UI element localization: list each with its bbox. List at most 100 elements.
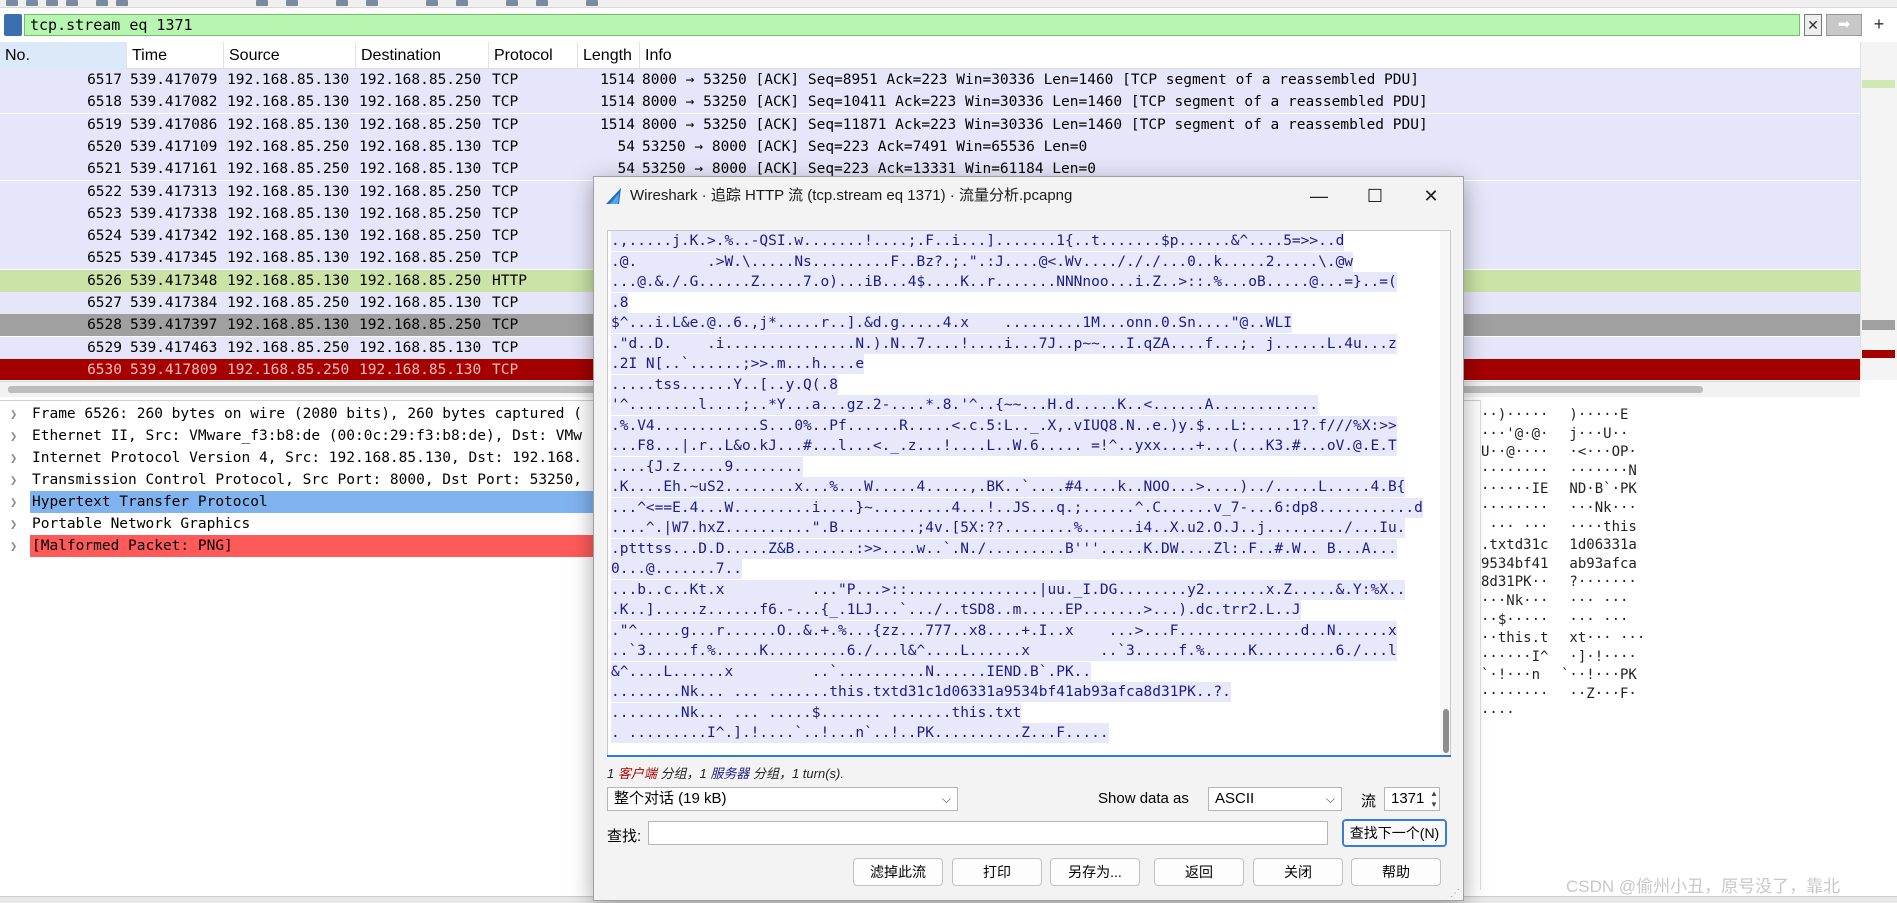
packet-row[interactable]: 6518 539.417082 192.168.85.130 192.168.85.2… — [0, 91, 1860, 114]
packet-cell-proto: TCP — [492, 138, 519, 155]
packet-cell-dst: 192.168.85.250 — [359, 205, 482, 222]
column-header-no[interactable]: No. — [0, 42, 127, 69]
toolbar-icon[interactable] — [46, 0, 58, 6]
column-header-time[interactable]: Time — [127, 42, 224, 69]
detail-row-png[interactable]: ❯ Portable Network Graphics — [0, 513, 600, 535]
expand-arrow-icon[interactable]: ❯ — [10, 447, 17, 469]
packet-cell-no: 6528 — [87, 317, 122, 334]
add-filter-button-icon[interactable]: + — [1868, 14, 1890, 36]
packet-cell-info: 8000 → 53250 [ACK] Seq=8951 Ack=223 Win=… — [642, 72, 1419, 88]
close-button[interactable]: 关闭 — [1253, 858, 1343, 886]
expand-arrow-icon[interactable]: ❯ — [10, 513, 17, 535]
find-label: 查找: — [607, 828, 642, 845]
toolbar-icon[interactable] — [116, 0, 128, 6]
toolbar-icon[interactable] — [506, 0, 518, 6]
stream-scrollbar[interactable] — [1440, 231, 1450, 755]
help-button[interactable]: 帮助 — [1351, 858, 1441, 886]
bytes-ascii-right: ··· ··· — [1561, 593, 1629, 609]
conversation-select[interactable]: 整个对话 (19 kB) ⌵ — [607, 787, 958, 811]
detail-row-ethernet[interactable]: ❯ Ethernet II, Src: VMware_f3:b8:de (00:0… — [0, 425, 600, 447]
toolbar-icon[interactable] — [586, 0, 598, 6]
packet-cell-time: 539.417338 — [130, 205, 218, 222]
find-input[interactable] — [648, 821, 1328, 845]
toolbar-icon[interactable] — [66, 0, 78, 6]
packet-cell-len: 1514 — [600, 72, 635, 88]
save-as-button[interactable]: 另存为... — [1050, 858, 1140, 886]
detail-row-malformed[interactable]: ❯ [Malformed Packet: PNG] — [0, 535, 600, 557]
stream-line: 0...@.......7.. — [611, 559, 742, 579]
column-header-length[interactable]: Length — [578, 42, 640, 69]
toolbar-icon[interactable] — [286, 0, 298, 6]
bytes-ascii-left: ···'@·@· — [1481, 425, 1549, 442]
back-button[interactable]: 返回 — [1154, 858, 1244, 886]
dialog-title: Wireshark · 追踪 HTTP 流 (tcp.stream eq 137… — [630, 187, 1073, 204]
packet-cell-dst: 192.168.85.130 — [359, 138, 482, 155]
packet-row[interactable]: 6517 539.417079 192.168.85.130 192.168.85.2… — [0, 69, 1860, 91]
packet-cell-no: 6529 — [87, 339, 122, 356]
packet-cell-dst: 192.168.85.250 — [359, 250, 482, 267]
close-icon[interactable]: ✕ — [1409, 182, 1453, 210]
toolbar-icon[interactable] — [96, 0, 108, 6]
spin-arrows-icon[interactable]: ▲ ▼ — [1428, 788, 1440, 810]
detail-row-http[interactable]: ❯ Hypertext Transfer Protocol — [0, 491, 600, 513]
packet-cell-time: 539.417313 — [130, 183, 218, 200]
toolbar-icon[interactable] — [26, 0, 38, 6]
scroll-thumb[interactable] — [1443, 709, 1449, 753]
bytes-ascii-right: ··Z···F· — [1561, 686, 1637, 702]
filter-out-stream-button[interactable]: 滤掉此流 — [853, 858, 943, 886]
column-header-destination[interactable]: Destination — [356, 42, 489, 69]
packet-cell-time: 539.417809 — [130, 361, 218, 378]
detail-row-tcp[interactable]: ❯ Transmission Control Protocol, Src Port… — [0, 469, 600, 491]
packet-cell-no: 6517 — [87, 72, 122, 88]
find-next-button[interactable]: 查找下一个(N) — [1342, 819, 1447, 847]
expand-arrow-icon[interactable]: ❯ — [10, 491, 17, 513]
expand-arrow-icon[interactable]: ❯ — [10, 535, 17, 557]
bytes-ascii-left: 9534bf41 — [1481, 555, 1549, 572]
detail-row-ipv4[interactable]: ❯ Internet Protocol Version 4, Src: 192.1… — [0, 447, 600, 469]
bytes-ascii-right: )·····E — [1561, 407, 1629, 423]
packet-cell-src: 192.168.85.130 — [227, 183, 350, 200]
stream-line: .ptttss...D.D.....Z&B.......:>>....w..`.… — [611, 538, 1397, 559]
stream-content[interactable]: .,.....j.K.>.%..-QSI.w.......!....;.F..i… — [607, 230, 1451, 756]
stream-line: .2I N[..`......;>>.m...h....e — [611, 354, 865, 374]
column-header-source[interactable]: Source — [224, 42, 356, 69]
detail-row-frame[interactable]: ❯ Frame 6526: 260 bytes on wire (2080 bit… — [0, 403, 600, 425]
toolbar-icon[interactable] — [456, 0, 468, 6]
packet-row[interactable]: 6520 539.417109 192.168.85.250 192.168.85.1… — [0, 135, 1860, 158]
bookmark-icon[interactable] — [4, 14, 22, 36]
apply-filter-arrow-icon[interactable]: ➡ — [1826, 14, 1862, 36]
resize-grip-icon[interactable]: ⋰ — [1450, 888, 1462, 900]
maximize-icon[interactable]: ☐ — [1353, 182, 1397, 210]
stream-line: . .........I^.].!....`..!...n`..!..PK...… — [611, 723, 1109, 743]
clear-filter-icon[interactable]: ✕ — [1804, 14, 1822, 36]
display-filter-input[interactable] — [24, 14, 1800, 36]
column-header-protocol[interactable]: Protocol — [489, 42, 578, 69]
bytes-ascii-right: ·······N — [1561, 462, 1637, 479]
expand-arrow-icon[interactable]: ❯ — [10, 403, 17, 425]
expand-arrow-icon[interactable]: ❯ — [10, 425, 17, 447]
bytes-ascii-row: 9534bf41 ab93afca — [1481, 555, 1897, 573]
packet-cell-src: 192.168.85.130 — [227, 205, 350, 222]
print-button[interactable]: 打印 — [952, 858, 1042, 886]
toolbar-icon[interactable] — [536, 0, 548, 6]
data-format-select[interactable]: ASCII ⌵ — [1208, 787, 1342, 811]
toolbar-icon[interactable] — [336, 0, 348, 6]
stream-line: .%.V4............S...0%..Pf......R.....<… — [611, 415, 1397, 436]
packet-row[interactable]: 6519 539.417086 192.168.85.130 192.168.85.2… — [0, 113, 1860, 136]
packet-cell-proto: TCP — [492, 250, 519, 267]
stream-line: ....^.|W7.hxZ..........".B.........;4v.[… — [611, 518, 1406, 538]
toolbar-icon[interactable] — [426, 0, 438, 6]
packet-cell-dst: 192.168.85.130 — [359, 161, 482, 178]
toolbar-icon[interactable] — [366, 0, 378, 6]
dialog-titlebar[interactable]: Wireshark · 追踪 HTTP 流 (tcp.stream eq 137… — [594, 177, 1463, 215]
packet-cell-dst: 192.168.85.130 — [359, 361, 482, 378]
bytes-ascii-left: ··this.t — [1481, 630, 1549, 647]
expand-arrow-icon[interactable]: ❯ — [10, 469, 17, 491]
minimize-icon[interactable]: — — [1297, 182, 1341, 210]
bytes-ascii-right: ab93afca — [1561, 555, 1637, 572]
packet-cell-time: 539.417345 — [130, 250, 218, 267]
toolbar-icon[interactable] — [6, 0, 18, 6]
column-header-info[interactable]: Info — [640, 42, 1860, 69]
toolbar-icon[interactable] — [256, 0, 268, 6]
stream-line: ........Nk... ... .....$....... .......t… — [611, 702, 1022, 723]
